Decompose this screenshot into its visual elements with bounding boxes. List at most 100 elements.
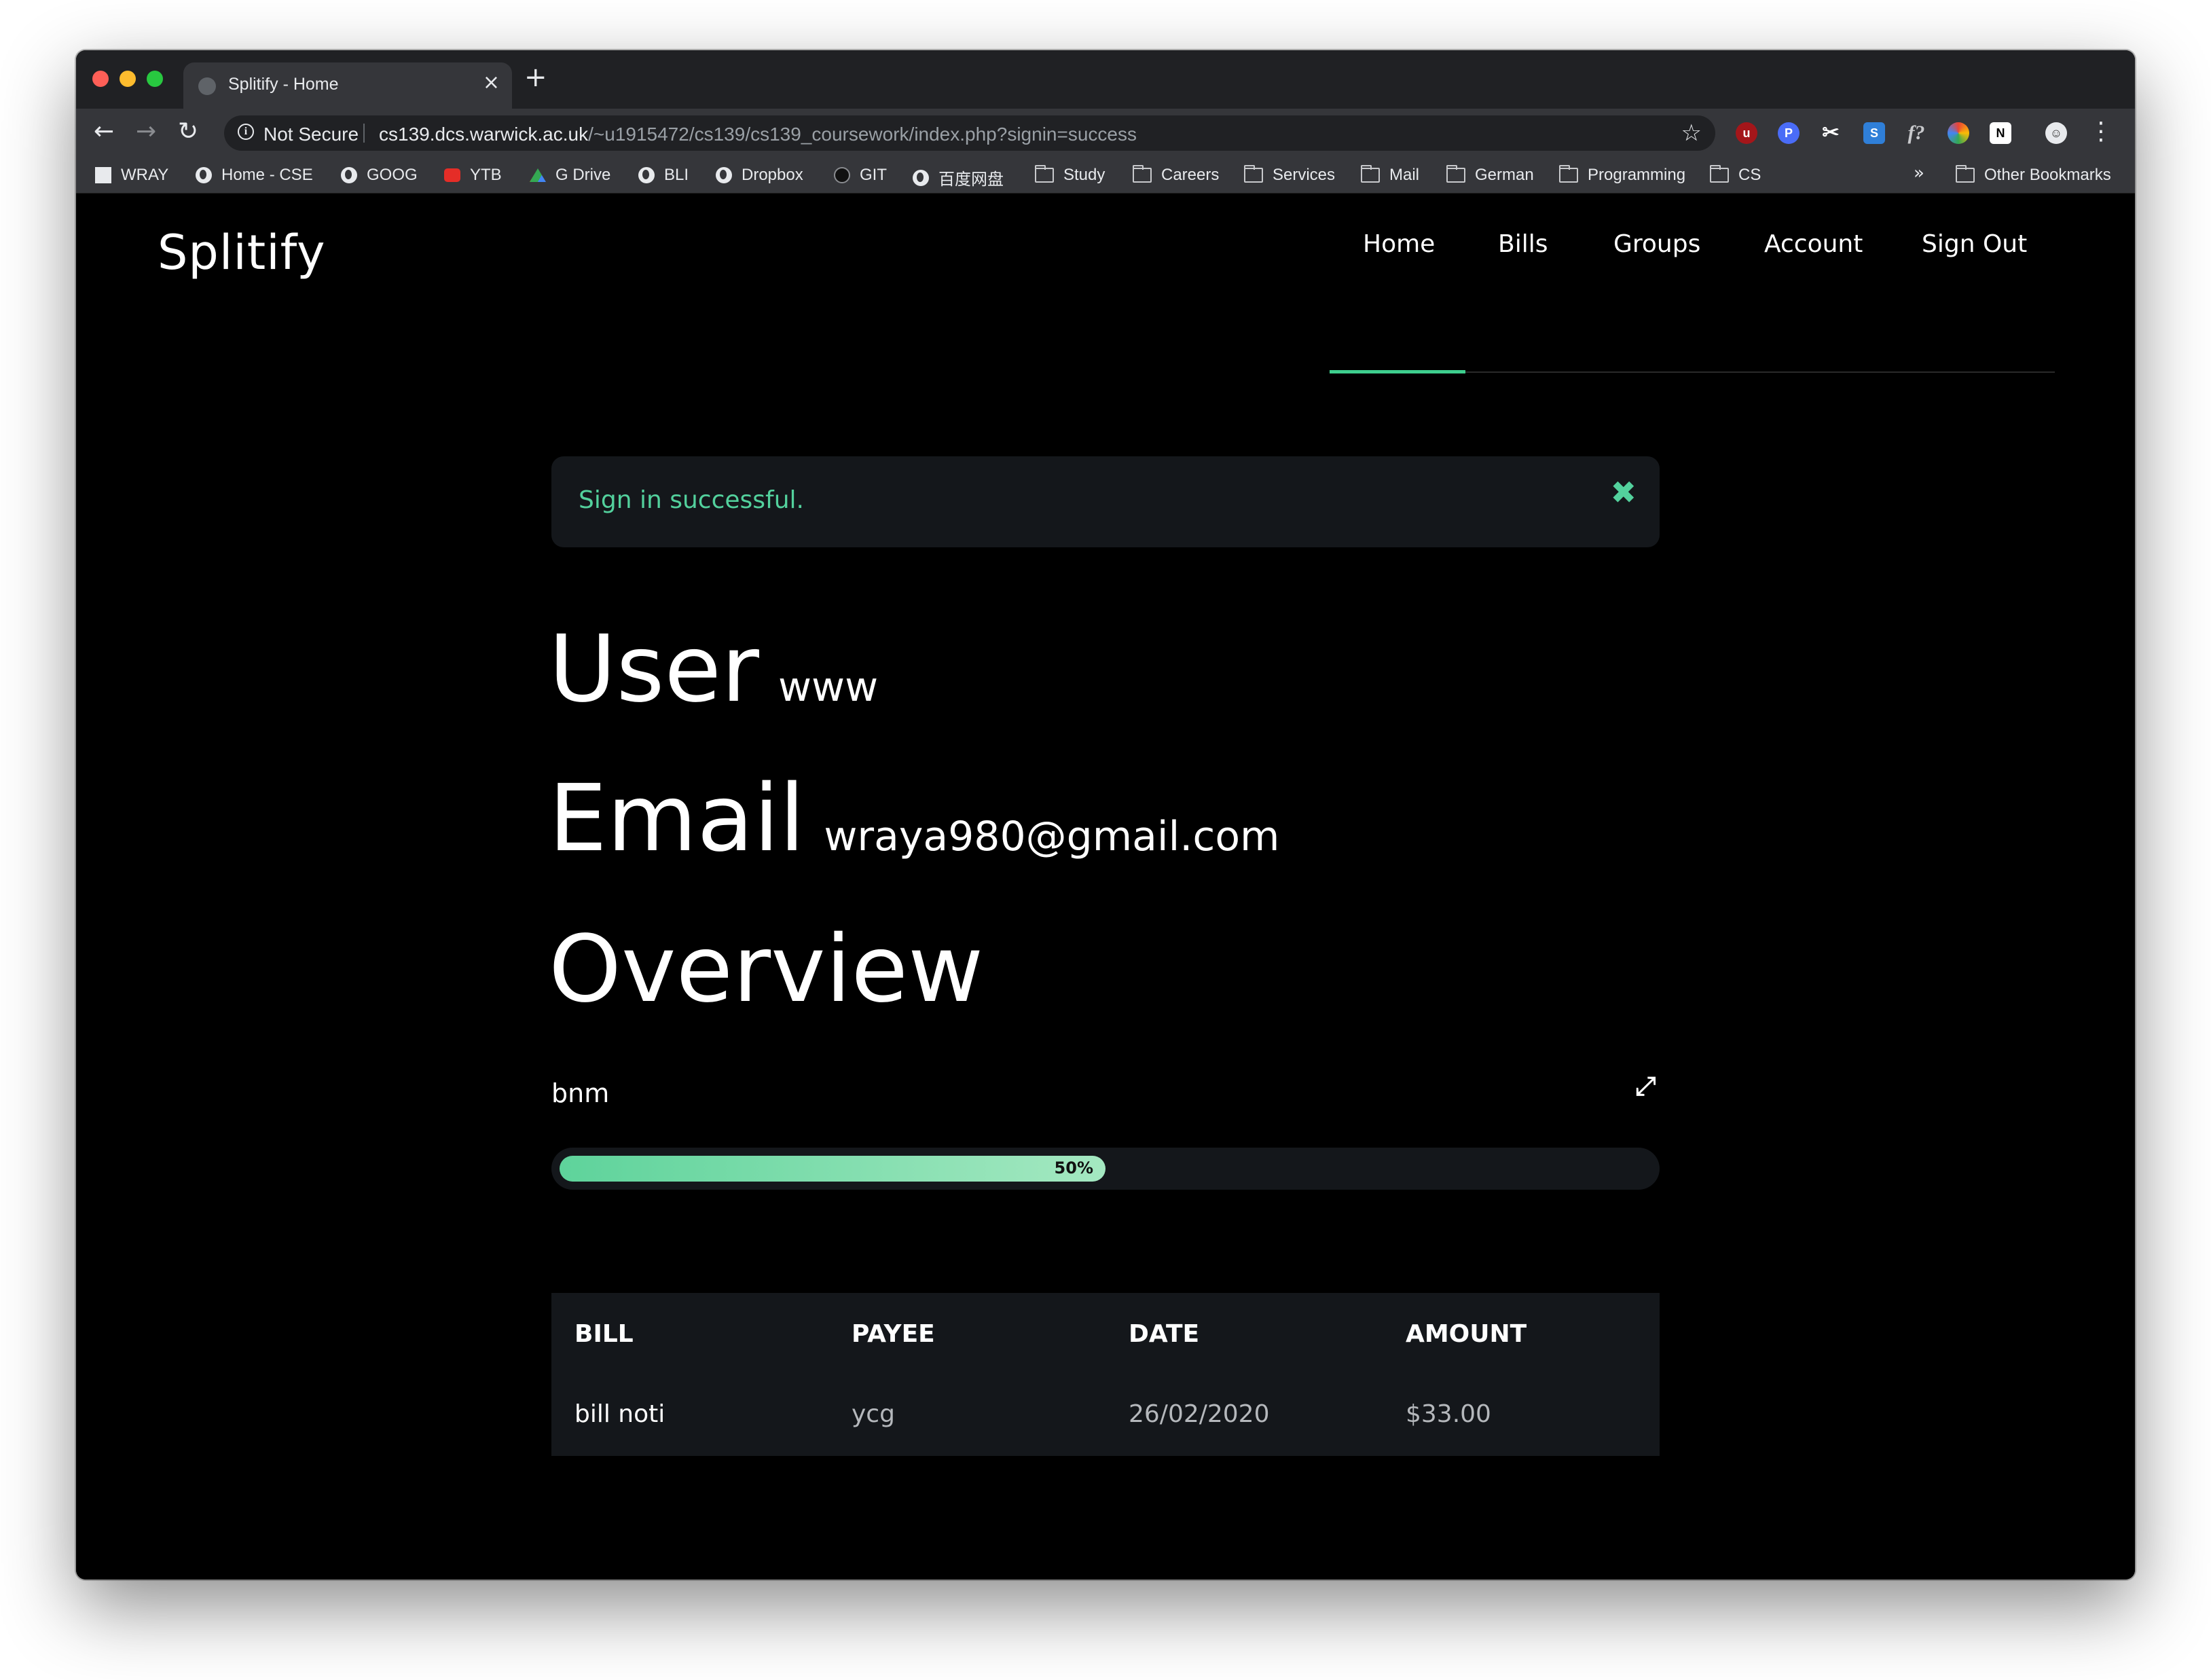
site-logo[interactable]: Splitify (158, 225, 326, 280)
maximize-window-button[interactable] (147, 71, 163, 87)
bookmark-star-icon[interactable]: ☆ (1681, 120, 1702, 147)
close-icon[interactable]: ✖ (1610, 474, 1637, 511)
url-text[interactable]: cs139.dcs.warwick.ac.uk/~u1915472/cs139/… (379, 124, 1137, 145)
success-alert: Sign in successful. ✖ (551, 456, 1660, 547)
bookmarks-bar: WRAY Home - CSE GOOG YTB G Drive BLI Dro… (76, 158, 2135, 194)
bookmark-folder-cs[interactable]: CS (1710, 165, 1761, 185)
email-value: wraya980@gmail.com (824, 813, 1280, 860)
folder-icon (1446, 165, 1465, 183)
bookmark-label: YTB (470, 166, 502, 184)
user-value: www (778, 663, 879, 711)
forward-arrow-icon[interactable]: → (136, 118, 156, 145)
bookmark-folder-study[interactable]: Study (1035, 165, 1105, 185)
bookmark-goog[interactable]: GOOG (341, 166, 418, 185)
folder-icon (1133, 165, 1152, 183)
url-path: /~u1915472/cs139/cs139_coursework/index.… (588, 124, 1137, 145)
extension-badge-icon[interactable]: P (1778, 122, 1799, 144)
bookmark-folder-mail[interactable]: Mail (1361, 165, 1419, 185)
new-tab-button[interactable]: + (524, 64, 547, 91)
nav-groups[interactable]: Groups (1613, 230, 1700, 258)
user-row: User www (549, 616, 878, 723)
bookmark-wray[interactable]: WRAY (95, 166, 168, 185)
bookmark-dropbox[interactable]: Dropbox (716, 166, 803, 185)
menu-dots-icon[interactable]: ⋮ (2089, 118, 2113, 145)
column-header-payee: PAYEE (852, 1320, 935, 1348)
globe-icon (198, 77, 216, 95)
progress-fill: 50% (560, 1156, 1106, 1182)
expand-icon[interactable]: ⤢ (1635, 1071, 1656, 1101)
column-header-amount: AMOUNT (1406, 1320, 1527, 1348)
folder-icon (1559, 165, 1578, 183)
security-label[interactable]: Not Secure (263, 124, 359, 145)
close-window-button[interactable] (92, 71, 109, 87)
drive-icon (530, 168, 546, 182)
bookmark-label: Careers (1161, 166, 1220, 184)
bookmark-folder-careers[interactable]: Careers (1133, 165, 1220, 185)
bookmark-home-cse[interactable]: Home - CSE (196, 166, 313, 185)
folder-icon (1956, 165, 1975, 183)
back-arrow-icon[interactable]: ← (94, 118, 114, 145)
bookmark-label: BLI (664, 166, 689, 184)
nav-account[interactable]: Account (1764, 230, 1863, 258)
bookmark-folder-services[interactable]: Services (1244, 165, 1336, 185)
overview-label: Overview (549, 916, 984, 1023)
bookmark-label: WRAY (121, 166, 169, 184)
bookmark-label: GOOG (367, 166, 418, 184)
bookmark-label: German (1475, 166, 1534, 184)
email-label: Email (549, 765, 805, 873)
bookmark-label: GIT (860, 166, 887, 184)
close-tab-icon[interactable]: × (483, 71, 500, 94)
scissors-icon[interactable]: ✂ (1820, 122, 1842, 144)
tab-splitify-home[interactable]: Splitify - Home × (183, 62, 512, 109)
nav-home[interactable]: Home (1363, 230, 1435, 258)
globe-icon (196, 167, 212, 183)
bookmark-label: Home - CSE (221, 166, 313, 184)
bookmark-label: Other Bookmarks (1984, 166, 2111, 184)
bookmark-label: Services (1273, 166, 1336, 184)
bookmark-label: CS (1738, 166, 1761, 184)
globe-icon (341, 167, 357, 183)
folder-icon (1035, 165, 1054, 183)
bookmark-folder-german[interactable]: German (1446, 165, 1534, 185)
bills-table: BILL PAYEE DATE AMOUNT bill noti ycg 26/… (551, 1293, 1660, 1456)
column-header-date: DATE (1129, 1320, 1200, 1348)
address-bar[interactable]: i Not Secure cs139.dcs.warwick.ac.uk/~u1… (224, 115, 1715, 151)
globe-icon (638, 167, 655, 183)
table-cell-bill[interactable]: bill noti (574, 1400, 665, 1428)
bookmark-label: Dropbox (742, 166, 803, 184)
profile-avatar-icon[interactable]: ☺ (2045, 122, 2067, 144)
bookmark-folder-programming[interactable]: Programming (1559, 165, 1685, 185)
tab-title: Splitify - Home (228, 75, 339, 94)
globe-icon (913, 169, 929, 186)
minimize-window-button[interactable] (120, 71, 136, 87)
alert-message: Sign in successful. (579, 486, 804, 514)
progress-bar: 50% (551, 1148, 1660, 1190)
page-content: Splitify Home Bills Groups Account Sign … (76, 194, 2135, 1579)
notion-icon[interactable]: N (1990, 122, 2011, 144)
reload-icon[interactable]: ↻ (178, 118, 198, 145)
browser-window: Splitify - Home × + ← → ↻ i Not Secure c… (76, 50, 2135, 1579)
formula-icon[interactable]: f? (1905, 122, 1927, 144)
group-progress-name: bnm (551, 1078, 610, 1108)
other-bookmarks-folder[interactable]: Other Bookmarks (1956, 165, 2111, 185)
ublock-icon[interactable]: u (1736, 122, 1757, 144)
bookmarks-overflow-icon[interactable]: » (1914, 163, 1924, 183)
info-icon[interactable]: i (238, 124, 254, 140)
nav-bills[interactable]: Bills (1498, 230, 1548, 258)
bookmark-g-drive[interactable]: G Drive (530, 166, 610, 185)
tab-strip: Splitify - Home × + (76, 50, 2135, 109)
s-extension-icon[interactable]: S (1863, 122, 1885, 144)
nav-sign-out[interactable]: Sign Out (1922, 230, 2027, 258)
bookmark-label: 百度网盘 (938, 170, 1004, 189)
youtube-icon (444, 168, 460, 182)
nav-active-indicator (1330, 370, 1465, 373)
bookmark-baidu[interactable]: 百度网盘 (913, 166, 1004, 189)
folder-icon (1244, 165, 1263, 183)
bookmark-bli[interactable]: BLI (638, 166, 689, 185)
globe-icon (716, 167, 732, 183)
url-host: cs139.dcs.warwick.ac.uk (379, 124, 589, 145)
bookmark-ytb[interactable]: YTB (444, 166, 502, 185)
bookmark-git[interactable]: GIT (834, 166, 887, 185)
color-picker-icon[interactable] (1948, 122, 1969, 144)
table-cell-date: 26/02/2020 (1129, 1400, 1270, 1428)
